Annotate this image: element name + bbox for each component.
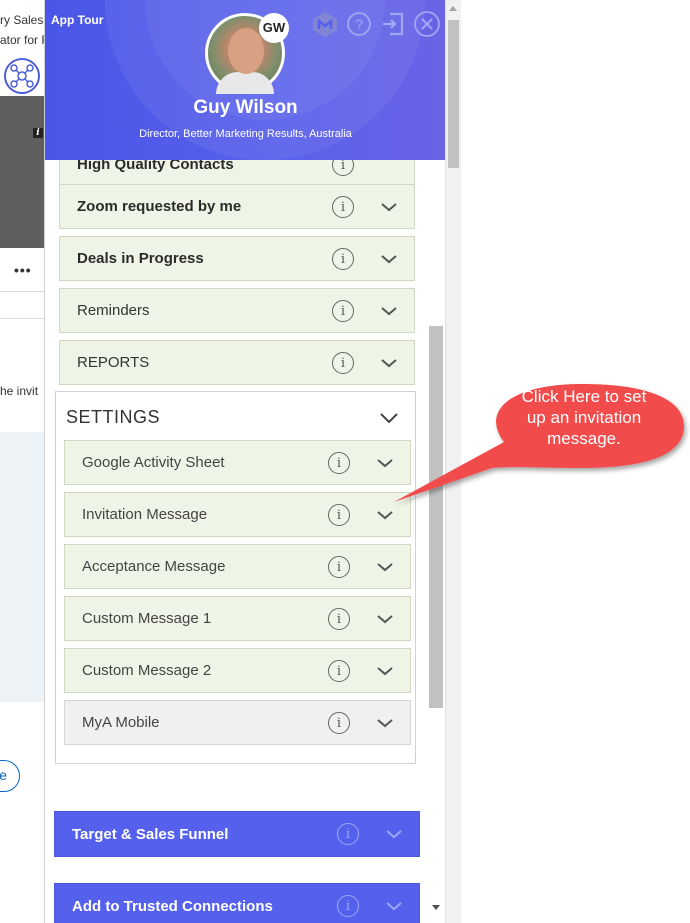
chevron-down-icon[interactable] (385, 825, 403, 843)
info-icon[interactable]: i (332, 300, 354, 322)
user-name: Guy Wilson (193, 97, 298, 118)
info-badge-icon: i (33, 128, 43, 138)
chevron-down-icon[interactable] (380, 302, 398, 320)
settings-item-label: Custom Message 2 (82, 662, 212, 679)
more-options-icon[interactable]: ••• (14, 262, 32, 278)
initials-badge: GW (259, 13, 289, 43)
help-icon[interactable]: ? (344, 10, 374, 38)
app-tour-panel: High Quality Contacts i Zoom requested b… (44, 0, 445, 923)
info-icon[interactable]: i (332, 248, 354, 270)
svg-text:?: ? (355, 16, 363, 32)
background-card (0, 432, 46, 702)
divider (0, 291, 46, 292)
settings-section: SETTINGS Google Activity Sheet i Invitat… (55, 391, 416, 764)
page-scrollbar-thumb[interactable] (448, 20, 459, 168)
callout-line: Click Here to set (521, 387, 647, 406)
background-text: ry Sales (0, 13, 44, 27)
info-icon[interactable]: i (328, 556, 350, 578)
info-icon[interactable]: i (337, 895, 359, 917)
scroll-up-arrow-icon[interactable] (449, 6, 457, 11)
settings-item-mya-mobile[interactable]: MyA Mobile i (64, 700, 411, 745)
chevron-down-icon[interactable] (385, 897, 403, 915)
list-item-label: Target & Sales Funnel (72, 826, 229, 843)
chevron-down-icon[interactable] (380, 250, 398, 268)
list-item-label: REPORTS (77, 354, 150, 371)
list-item-label: Deals in Progress (77, 250, 204, 267)
list-item-deals-in-progress[interactable]: Deals in Progress i (59, 236, 415, 281)
settings-item-label: Invitation Message (82, 506, 208, 523)
background-text: he invit (0, 384, 39, 398)
settings-item-label: MyA Mobile (82, 714, 160, 731)
chevron-down-icon[interactable] (376, 714, 394, 732)
chevron-down-icon[interactable] (380, 354, 398, 372)
list-item-reports[interactable]: REPORTS i (59, 340, 415, 385)
logo-icon[interactable] (310, 10, 340, 38)
chevron-down-icon[interactable] (376, 558, 394, 576)
extension-launcher[interactable] (0, 56, 44, 96)
app-tour-label[interactable]: App Tour (51, 13, 103, 27)
info-icon[interactable]: i (328, 712, 350, 734)
list-item-zoom-requested[interactable]: Zoom requested by me i (59, 184, 415, 229)
header-toolbar: ? (310, 10, 442, 38)
settings-item-google-activity-sheet[interactable]: Google Activity Sheet i (64, 440, 411, 485)
callout-line: message. (547, 429, 621, 448)
callout-text: Click Here to set up an invitation messa… (502, 386, 666, 449)
avatar-shirt (216, 72, 274, 94)
background-page: ry Sales ator for F i ••• he invit e (0, 0, 46, 923)
exit-icon[interactable] (378, 10, 408, 38)
settings-item-label: Google Activity Sheet (82, 454, 225, 471)
info-icon[interactable]: i (332, 352, 354, 374)
network-icon (4, 58, 40, 94)
settings-item-acceptance-message[interactable]: Acceptance Message i (64, 544, 411, 589)
callout-line: up an invitation (526, 408, 642, 427)
scroll-down-arrow-icon[interactable] (432, 905, 440, 910)
profile-header: App Tour GW Guy Wilson Director, Better … (45, 0, 445, 160)
chevron-down-icon[interactable] (376, 662, 394, 680)
list-item-target-sales-funnel[interactable]: Target & Sales Funnel i (54, 811, 420, 857)
settings-item-invitation-message[interactable]: Invitation Message i (64, 492, 411, 537)
list-item-label: Zoom requested by me (77, 198, 242, 215)
list-item-label: Add to Trusted Connections (72, 898, 273, 915)
chevron-down-icon[interactable] (380, 198, 398, 216)
settings-item-label: Acceptance Message (82, 558, 226, 575)
user-title: Director, Better Marketing Results, Aust… (139, 128, 352, 140)
info-icon[interactable]: i (328, 504, 350, 526)
settings-item-custom-message-1[interactable]: Custom Message 1 i (64, 596, 411, 641)
list-item-reminders[interactable]: Reminders i (59, 288, 415, 333)
settings-item-label: Custom Message 1 (82, 610, 212, 627)
info-icon[interactable]: i (337, 823, 359, 845)
list-item-label: Reminders (77, 302, 150, 319)
info-icon[interactable]: i (328, 608, 350, 630)
chevron-down-icon[interactable] (376, 610, 394, 628)
info-icon[interactable]: i (332, 196, 354, 218)
close-icon[interactable] (412, 10, 442, 38)
settings-item-custom-message-2[interactable]: Custom Message 2 i (64, 648, 411, 693)
info-icon[interactable]: i (328, 452, 350, 474)
background-image (0, 96, 46, 248)
list-item-add-trusted-connections[interactable]: Add to Trusted Connections i (54, 883, 420, 923)
avatar-face (228, 28, 264, 74)
background-text: ator for F (0, 33, 46, 47)
settings-title[interactable]: SETTINGS (66, 407, 160, 428)
info-icon[interactable]: i (328, 660, 350, 682)
background-button[interactable]: e (0, 760, 20, 792)
divider (0, 318, 46, 319)
